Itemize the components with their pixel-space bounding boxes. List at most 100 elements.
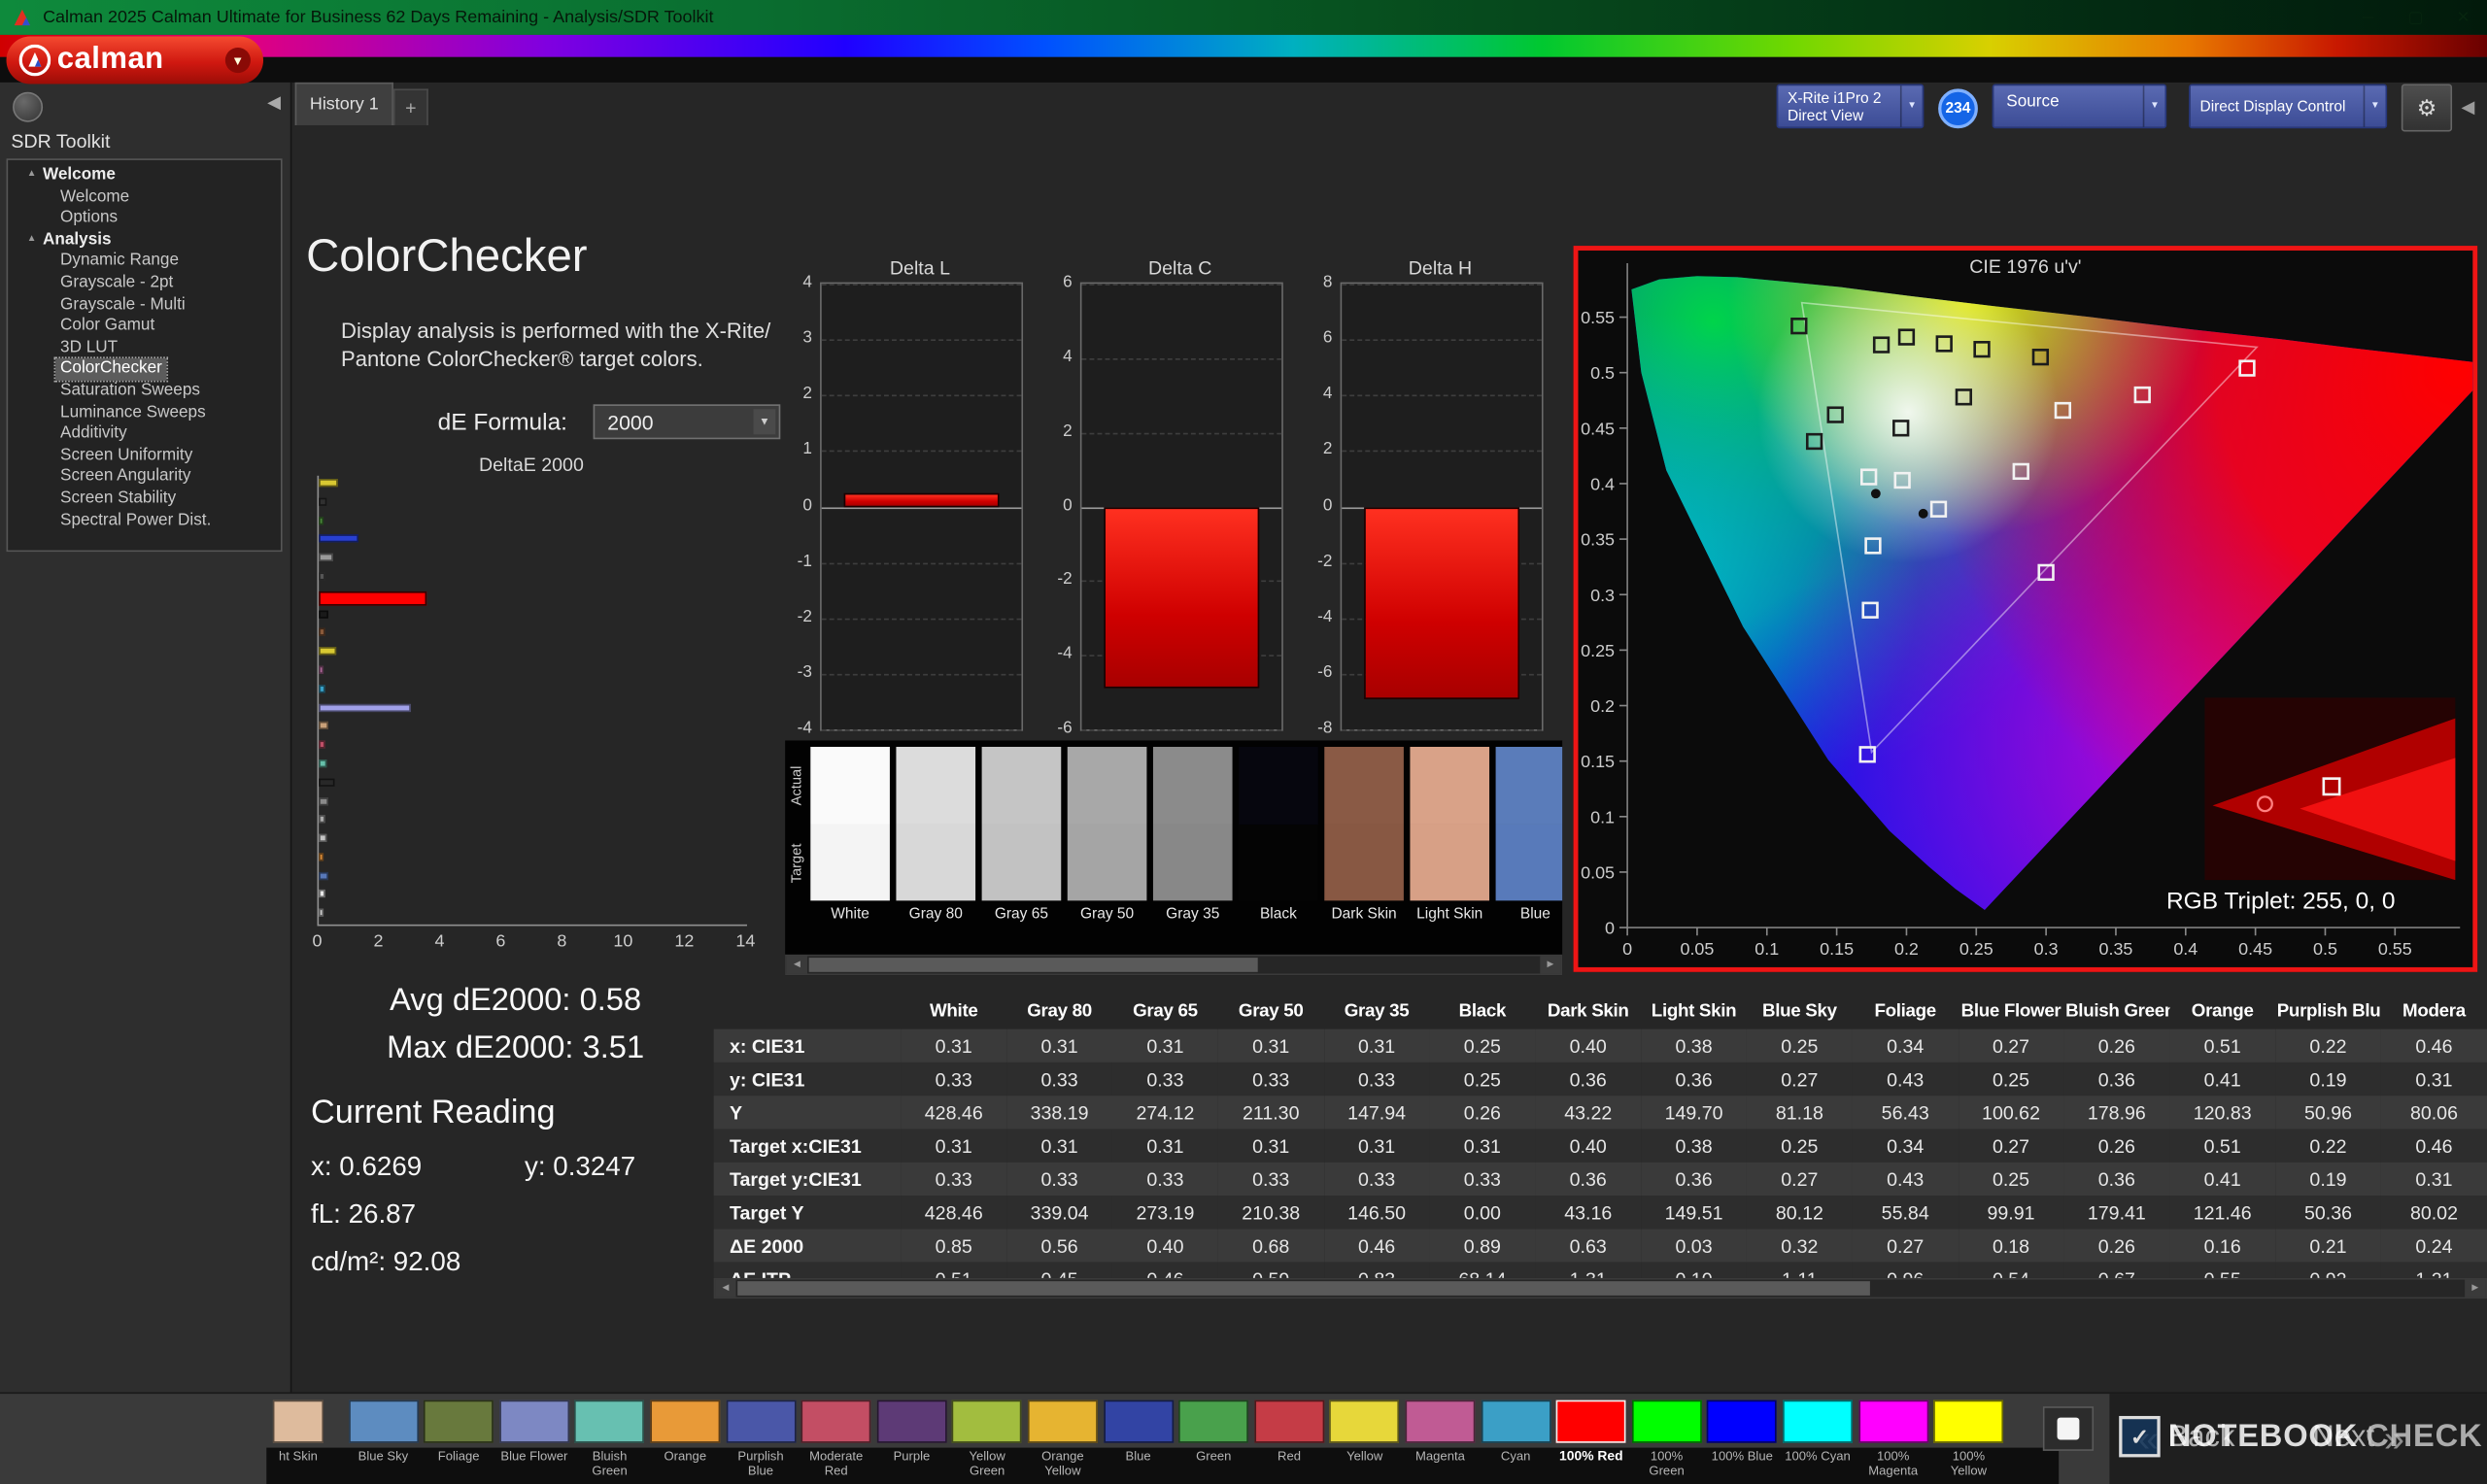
- table-scrollbar[interactable]: ◄ ►: [713, 1277, 2487, 1299]
- chart-title: Delta C: [1148, 256, 1212, 280]
- patch-magenta[interactable]: Magenta: [1405, 1400, 1476, 1481]
- logo-dropdown-caret[interactable]: ▼: [224, 47, 251, 74]
- svg-text:0.55: 0.55: [1581, 308, 1615, 327]
- patch-100-cyan[interactable]: 100% Cyan: [1783, 1400, 1853, 1481]
- tab-add-button[interactable]: +: [392, 88, 428, 125]
- patch-blue-flower[interactable]: Blue Flower: [498, 1400, 569, 1481]
- swatch-label: White: [831, 905, 869, 924]
- next-button[interactable]: Next »: [2312, 1403, 2403, 1473]
- de-formula-dropdown[interactable]: 2000 ▼: [593, 404, 781, 440]
- patch-red[interactable]: Red: [1254, 1400, 1324, 1481]
- scroll-right-icon[interactable]: ►: [2465, 1279, 2486, 1298]
- patch-bluish-green[interactable]: Bluish Green: [574, 1400, 645, 1481]
- patch-blue[interactable]: Blue: [1103, 1400, 1174, 1481]
- deltae-bar: [319, 759, 327, 768]
- deltae-xticks: 0 2 4 6 8 10 12 14: [312, 932, 756, 952]
- deltae-bar: [319, 908, 324, 917]
- table-row-target-y-cie31: Target y:CIE31 0.33 0.33 0.33 0.33 0.33 0.33 0.…: [713, 1162, 2487, 1197]
- patch-moderate-red[interactable]: Moderate Red: [801, 1400, 871, 1481]
- sidebar-item-welcome[interactable]: Welcome: [55, 186, 134, 208]
- cie-diagram: 0 0.05 0.1 0.15 0.2 0.25 0.3 0.35 0.4 0.45 0.5 0.55…: [1581, 263, 2473, 959]
- cie-diagram-panel: 0 0.05 0.1 0.15 0.2 0.25 0.3 0.35 0.4 0.45 0.5 0.55…: [1573, 246, 2478, 972]
- scroll-left-icon[interactable]: ◄: [715, 1279, 736, 1298]
- swatch-label: Black: [1259, 905, 1297, 924]
- page-title: ColorChecker: [306, 231, 588, 283]
- current-fl: fL: 26.87: [311, 1198, 417, 1230]
- swatch-row-target-label: Target: [788, 842, 804, 883]
- sidebar-item-screen-angularity[interactable]: Screen Angularity: [55, 467, 195, 489]
- display-control-dropdown[interactable]: Direct Display Control ▼: [2189, 84, 2388, 129]
- meter-status-icon[interactable]: [13, 91, 44, 122]
- source-dropdown[interactable]: Source ▼: [1992, 84, 2167, 129]
- scrollbar-thumb[interactable]: [808, 958, 1258, 972]
- patch-yellow-green[interactable]: Yellow Green: [952, 1400, 1023, 1481]
- next-icon: »: [2384, 1416, 2404, 1459]
- maximize-button[interactable]: ▢: [2392, 0, 2439, 35]
- sidebar-item-dynamic-range[interactable]: Dynamic Range: [55, 252, 184, 273]
- swatch-scrollbar[interactable]: ◄ ►: [785, 954, 1563, 976]
- scroll-right-icon[interactable]: ►: [1540, 956, 1561, 974]
- patch-100-red[interactable]: 100% Red: [1555, 1400, 1626, 1481]
- sidebar-item-color-gamut[interactable]: Color Gamut: [55, 316, 159, 337]
- svg-text:0.25: 0.25: [1581, 641, 1615, 660]
- swatch-gray-35: [1152, 746, 1233, 901]
- sidebar-item-luminance-sweeps[interactable]: Luminance Sweeps: [55, 402, 210, 423]
- sidebar-item-options[interactable]: Options: [55, 208, 122, 229]
- sidebar-item-additivity[interactable]: Additivity: [55, 423, 131, 445]
- deltae-bar: [319, 534, 359, 544]
- sidebar-item-saturation-sweeps[interactable]: Saturation Sweeps: [55, 381, 205, 402]
- svg-text:0.4: 0.4: [2173, 939, 2197, 959]
- sidebar-item-3d-lut[interactable]: 3D LUT: [55, 337, 122, 358]
- patch-blue-sky[interactable]: Blue Sky: [348, 1400, 419, 1481]
- calman-logo-menu[interactable]: calman ▼: [6, 36, 264, 84]
- avg-de2000: Avg dE2000: 0.58: [390, 983, 642, 1019]
- calman-window: Calman 2025 Calman Ultimate for Business…: [0, 0, 2487, 1484]
- meter-dropdown[interactable]: X-Rite i1Pro 2 Direct View ▼: [1776, 84, 1925, 129]
- sidebar-item-grayscale-2pt[interactable]: Grayscale - 2pt: [55, 273, 178, 294]
- deltae-chart-title: DeltaE 2000: [479, 453, 584, 476]
- tree-group-analysis[interactable]: ▲ Analysis: [8, 229, 281, 251]
- patch-purple[interactable]: Purple: [876, 1400, 947, 1481]
- back-button[interactable]: « Back: [2138, 1403, 2235, 1473]
- close-button[interactable]: ✕: [2439, 0, 2487, 35]
- patch-green[interactable]: Green: [1178, 1400, 1249, 1481]
- workspace-collapse-icon[interactable]: ◀: [2454, 84, 2482, 129]
- minimize-button[interactable]: ─: [2344, 0, 2392, 35]
- svg-text:0.15: 0.15: [1820, 939, 1854, 959]
- gear-icon: ⚙: [2416, 94, 2437, 120]
- scroll-left-icon[interactable]: ◄: [786, 956, 808, 974]
- scrollbar-thumb[interactable]: [737, 1281, 1871, 1296]
- chevron-down-icon: ▼: [2363, 85, 2386, 127]
- table-row-x-cie31: x: CIE31 0.31 0.31 0.31 0.31 0.31 0.25 0.40 0.38…: [713, 1029, 2487, 1062]
- calman-logo-icon: [18, 44, 51, 77]
- patch-purplish-blue[interactable]: Purplish Blue: [726, 1400, 796, 1481]
- table-row-y-cie31: y: CIE31 0.33 0.33 0.33 0.33 0.33 0.25 0.36 0.36…: [713, 1062, 2487, 1096]
- settings-button[interactable]: ⚙: [2401, 84, 2453, 132]
- patch-ht-skin[interactable]: ht Skin: [272, 1400, 324, 1481]
- patch-yellow[interactable]: Yellow: [1329, 1400, 1400, 1481]
- swatch-label: Gray 80: [908, 905, 963, 924]
- patch-100-green[interactable]: 100% Green: [1631, 1400, 1702, 1481]
- patch-100-blue[interactable]: 100% Blue: [1707, 1400, 1778, 1481]
- sidebar-item-screen-uniformity[interactable]: Screen Uniformity: [55, 445, 197, 466]
- sidebar-item-spectral-power-dist[interactable]: Spectral Power Dist.: [55, 510, 216, 531]
- page-description: Display analysis is performed with the X…: [341, 319, 771, 372]
- sidebar-item-screen-stability[interactable]: Screen Stability: [55, 489, 181, 510]
- tab-history-1[interactable]: History 1: [294, 82, 393, 125]
- sidebar-item-colorchecker[interactable]: ColorChecker: [53, 356, 169, 383]
- patch-orange-yellow[interactable]: Orange Yellow: [1027, 1400, 1098, 1481]
- svg-text:0.05: 0.05: [1680, 939, 1714, 959]
- patch-orange[interactable]: Orange: [650, 1400, 721, 1481]
- sidebar-item-grayscale-multi[interactable]: Grayscale - Multi: [55, 294, 189, 316]
- sidebar-collapse-icon[interactable]: ◀: [267, 92, 281, 113]
- cie-chart-title: CIE 1976 u'v': [1969, 254, 2082, 278]
- patch-foliage[interactable]: Foliage: [424, 1400, 494, 1481]
- patch-100-yellow[interactable]: 100% Yellow: [1933, 1400, 2004, 1481]
- deltae-bar: [319, 722, 328, 730]
- app-icon: [11, 7, 33, 29]
- pattern-window-button[interactable]: [2042, 1406, 2095, 1451]
- patch-cyan[interactable]: Cyan: [1481, 1400, 1551, 1481]
- tree-group-welcome[interactable]: ▲ Welcome: [8, 165, 281, 186]
- patch-100-magenta[interactable]: 100% Magenta: [1857, 1400, 1928, 1481]
- swatch-light-skin: [1410, 746, 1490, 901]
